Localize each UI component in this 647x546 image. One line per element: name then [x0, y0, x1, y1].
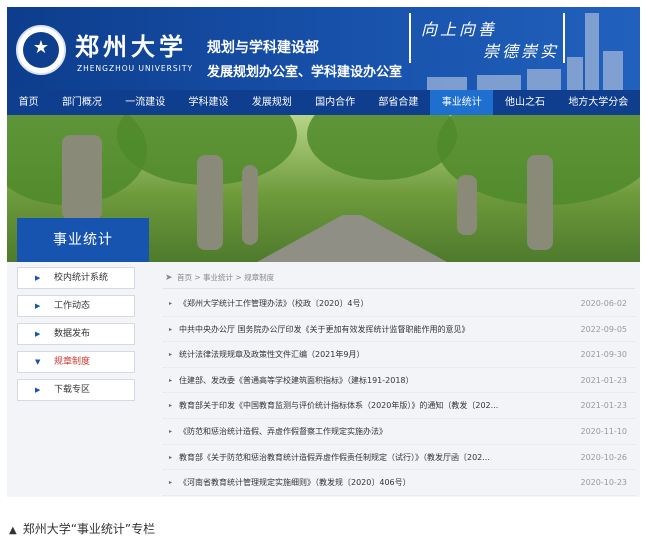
list-item[interactable]: ▸ 《防范和惩治统计造假、弄虚作假督察工作规定实施办法》 2020-11-10 [163, 419, 635, 445]
sidebar-item-work-news[interactable]: ▶ 工作动态 [17, 295, 135, 317]
caret-right-icon: ▶ [35, 386, 41, 394]
list-item-title[interactable]: 《防范和惩治统计造假、弄虚作假督察工作规定实施办法》 [179, 419, 564, 445]
tree-trunk [62, 135, 102, 220]
skyline-building [527, 69, 561, 90]
list-item-date: 2020-06-02 [580, 299, 628, 308]
sidebar-item-label: 工作动态 [54, 301, 91, 311]
bullet-icon: ▸ [169, 479, 173, 487]
banner-image: 事业统计 [7, 115, 640, 262]
sidebar-item-data-release[interactable]: ▶ 数据发布 [17, 323, 135, 345]
caret-down-icon: ▼ [35, 358, 41, 366]
list-item[interactable]: ▸ 统计法律法规规章及政策性文件汇编（2021年9月） 2021-09-30 [163, 342, 635, 368]
figure-caption: ▲ 郑州大学“事业统计”专栏 [9, 520, 155, 537]
nav-home[interactable]: 首页 [7, 90, 50, 115]
motto-line-1: 向上向善 [421, 20, 498, 39]
sidebar-item-downloads[interactable]: ▶ 下载专区 [17, 379, 135, 401]
list-item[interactable]: ▸ 中共中央办公厅 国务院办公厅印发《关于更加有效发挥统计监督职能作用的意见》 … [163, 317, 635, 343]
list-item-title[interactable]: 教育部关于印发《中国教育监测与评价统计指标体系（2020年版）》的通知（教发〔2… [179, 393, 564, 419]
university-name-en: ZHENGZHOU UNIVERSITY [77, 64, 194, 73]
star-icon: ★ [32, 37, 50, 58]
bullet-icon: ▸ [169, 325, 173, 333]
nav-domestic-cooperation[interactable]: 国内合作 [303, 90, 366, 115]
nav-other-stones[interactable]: 他山之石 [493, 90, 556, 115]
bullet-icon: ▸ [169, 427, 173, 435]
department-subtitle: 发展规划办公室、学科建设办公室 [207, 65, 403, 80]
list-item-title[interactable]: 统计法律法规规章及政策性文件汇编（2021年9月） [179, 342, 564, 368]
sidebar-item-label: 数据发布 [54, 329, 91, 339]
list-item[interactable]: ▸ 教育部《关于防范和惩治教育统计造假弄虚作假责任制规定（试行）》（教发厅函〔2… [163, 445, 635, 471]
motto-line-2: 崇德崇实 [483, 42, 560, 61]
list-item-date: 2020-10-26 [580, 452, 628, 462]
tree-trunk [457, 175, 477, 235]
nav-department-overview[interactable]: 部门概况 [50, 90, 113, 115]
nav-joint-construction[interactable]: 部省合建 [367, 90, 430, 115]
banner-section-title: 事业统计 [17, 218, 149, 262]
list-item-title[interactable]: 《郑州大学统计工作管理办法》（校政〔2020〕4号） [179, 291, 564, 317]
sidebar-item-stats-system[interactable]: ▶ 校内统计系统 [17, 267, 135, 289]
list-item-date: 2022-09-05 [580, 324, 628, 334]
list-item[interactable]: ▸ 住建部、发改委《普通高等学校建筑面积指标》（建标191-2018） 2021… [163, 368, 635, 394]
caret-right-icon: ▶ [35, 330, 41, 338]
nav-statistics[interactable]: 事业统计 [430, 90, 494, 115]
university-seal-icon[interactable]: ★ [16, 25, 66, 75]
article-list: ▸ 《郑州大学统计工作管理办法》（校政〔2020〕4号） 2020-06-02 … [163, 291, 635, 496]
department-title: 规划与学科建设部 [207, 40, 319, 56]
bullet-icon: ▸ [169, 453, 173, 461]
seal-inner: ★ [23, 32, 59, 68]
skyline-building [603, 51, 623, 90]
site-header: ★ 郑州大学 ZHENGZHOU UNIVERSITY 规划与学科建设部 发展规… [7, 7, 640, 90]
article-list-area: ➤ 首页 > 事业统计 > 规章制度 ▸ 《郑州大学统计工作管理办法》（校政〔2… [163, 267, 635, 496]
page: ★ 郑州大学 ZHENGZHOU UNIVERSITY 规划与学科建设部 发展规… [0, 0, 647, 546]
list-item[interactable]: ▸ 《河南省教育统计管理规定实施细则》（教发规〔2020〕406号） 2020-… [163, 470, 635, 496]
university-name-cn: 郑州大学 [75, 32, 187, 61]
location-icon: ➤ [165, 273, 173, 283]
tree-trunk [197, 155, 223, 250]
list-item-title[interactable]: 《河南省教育统计管理规定实施细则》（教发规〔2020〕406号） [179, 470, 564, 496]
list-item-title[interactable]: 住建部、发改委《普通高等学校建筑面积指标》（建标191-2018） [179, 368, 564, 394]
nav-discipline-building[interactable]: 学科建设 [177, 90, 240, 115]
tree-trunk [242, 165, 258, 245]
list-item-title[interactable]: 中共中央办公厅 国务院办公厅印发《关于更加有效发挥统计监督职能作用的意见》 [179, 317, 564, 343]
skyline-building [585, 13, 599, 90]
tree-canopy [307, 115, 457, 180]
motto: 向上向善 崇德崇实 [409, 13, 565, 63]
list-item-date: 2021-09-30 [580, 350, 628, 360]
sidebar-item-label: 校内统计系统 [54, 273, 109, 283]
skyline-building [427, 77, 467, 90]
bullet-icon: ▸ [169, 351, 173, 359]
caption-text: 郑州大学“事业统计”专栏 [22, 522, 156, 536]
nav-local-universities[interactable]: 地方大学分会 [557, 90, 640, 115]
breadcrumb-text[interactable]: 首页 > 事业统计 > 规章制度 [177, 273, 274, 282]
list-item-date: 2020-11-10 [580, 426, 628, 436]
bullet-icon: ▸ [169, 376, 173, 384]
tree-trunk [527, 155, 553, 250]
bullet-icon: ▸ [169, 402, 173, 410]
sidebar-item-label: 规章制度 [54, 357, 91, 367]
nav-first-class[interactable]: 一流建设 [114, 90, 177, 115]
list-item-title[interactable]: 教育部《关于防范和惩治教育统计造假弄虚作假责任制规定（试行）》（教发厅函〔202… [179, 445, 564, 471]
sidebar: ▶ 校内统计系统 ▶ 工作动态 ▶ 数据发布 ▼ 规章制度 ▶ 下载专区 [17, 267, 135, 407]
list-item-date: 2020-10-23 [580, 478, 628, 488]
sidebar-item-regulations[interactable]: ▼ 规章制度 [17, 351, 135, 373]
triangle-marker-icon: ▲ [9, 525, 17, 536]
breadcrumb: ➤ 首页 > 事业统计 > 规章制度 [163, 267, 635, 289]
sidebar-item-label: 下载专区 [54, 385, 91, 395]
skyline-building [477, 75, 521, 90]
nav-development-planning[interactable]: 发展规划 [240, 90, 303, 115]
list-item[interactable]: ▸ 教育部关于印发《中国教育监测与评价统计指标体系（2020年版）》的通知（教发… [163, 393, 635, 419]
bullet-icon: ▸ [169, 300, 173, 307]
list-item-date: 2021-01-23 [580, 401, 628, 411]
list-item-date: 2021-01-23 [580, 375, 628, 385]
main-nav: 首页 部门概况 一流建设 学科建设 发展规划 国内合作 部省合建 事业统计 他山… [7, 90, 640, 115]
caret-right-icon: ▶ [35, 274, 41, 282]
caret-right-icon: ▶ [35, 302, 41, 310]
list-item[interactable]: ▸ 《郑州大学统计工作管理办法》（校政〔2020〕4号） 2020-06-02 [163, 291, 635, 317]
skyline-building [567, 57, 583, 90]
road [257, 215, 447, 262]
